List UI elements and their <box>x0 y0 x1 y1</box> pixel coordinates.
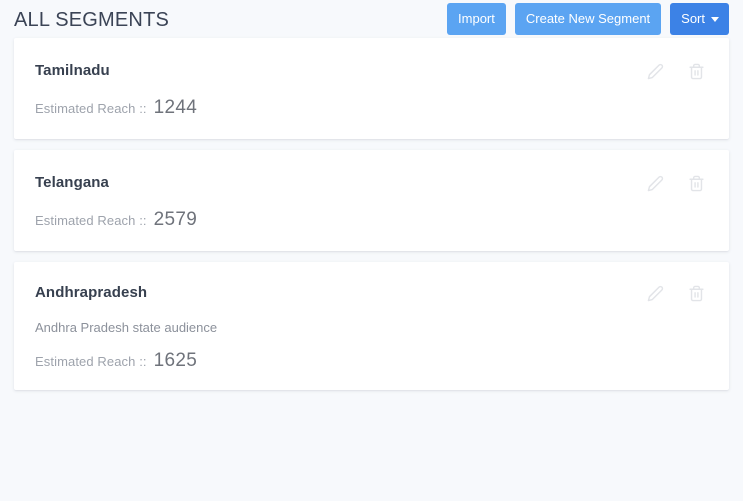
estimated-reach-value: 1625 <box>153 349 198 371</box>
segment-card-actions <box>647 62 705 80</box>
segment-card-header: Andhrapradesh <box>35 284 705 302</box>
segment-card[interactable]: Tamilnadu Estimated Reach:: 1244 <box>14 38 729 139</box>
pencil-icon[interactable] <box>647 285 664 302</box>
all-segments-page: ALL SEGMENTS Import Create New Segment S… <box>0 0 743 390</box>
estimated-reach-row: Estimated Reach :: 1625 <box>35 351 705 370</box>
segment-list: Tamilnadu Estimated Reach:: 1244 Telang… <box>0 38 743 390</box>
sort-button-label: Sort <box>681 11 705 26</box>
trash-icon[interactable] <box>688 63 705 80</box>
import-button[interactable]: Import <box>447 3 506 35</box>
create-new-segment-button[interactable]: Create New Segment <box>514 3 662 35</box>
trash-icon[interactable] <box>688 285 705 302</box>
estimated-reach-label: Estimated Reach :: <box>35 101 147 116</box>
estimated-reach-row: Estimated Reach :: 2579 <box>35 210 705 229</box>
segment-name: Andhrapradesh <box>35 284 148 301</box>
estimated-reach-row: Estimated Reach :: 1244 <box>35 98 705 117</box>
estimated-reach-label: Estimated Reach :: <box>35 353 147 369</box>
estimated-reach-value: 2579 <box>153 209 198 230</box>
pencil-icon[interactable] <box>647 63 664 80</box>
estimated-reach-value: 1244 <box>153 97 198 118</box>
header-actions: Import Create New Segment Sort <box>447 3 729 35</box>
segment-card-header: Tamilnadu <box>35 62 705 80</box>
segment-card[interactable]: Andhrapradesh Andhra Pradesh state audie… <box>14 262 729 390</box>
segment-card[interactable]: Telangana Estimated Reach:: 2579 <box>14 150 729 251</box>
caret-down-icon <box>711 16 719 22</box>
segment-description: Andhra Pradesh state audience <box>35 320 218 335</box>
trash-icon[interactable] <box>688 175 705 192</box>
estimated-reach-label: Estimated Reach :: <box>35 213 147 228</box>
sort-button[interactable]: Sort <box>670 3 729 35</box>
pencil-icon[interactable] <box>647 175 664 192</box>
segment-name: Telangana <box>35 174 109 191</box>
segment-name: Tamilnadu <box>35 62 110 79</box>
segment-card-header: Telangana <box>35 174 705 192</box>
page-header: ALL SEGMENTS Import Create New Segment S… <box>0 0 743 38</box>
page-title: ALL SEGMENTS <box>14 9 170 31</box>
segment-card-actions <box>647 174 705 192</box>
segment-card-actions <box>647 284 705 302</box>
